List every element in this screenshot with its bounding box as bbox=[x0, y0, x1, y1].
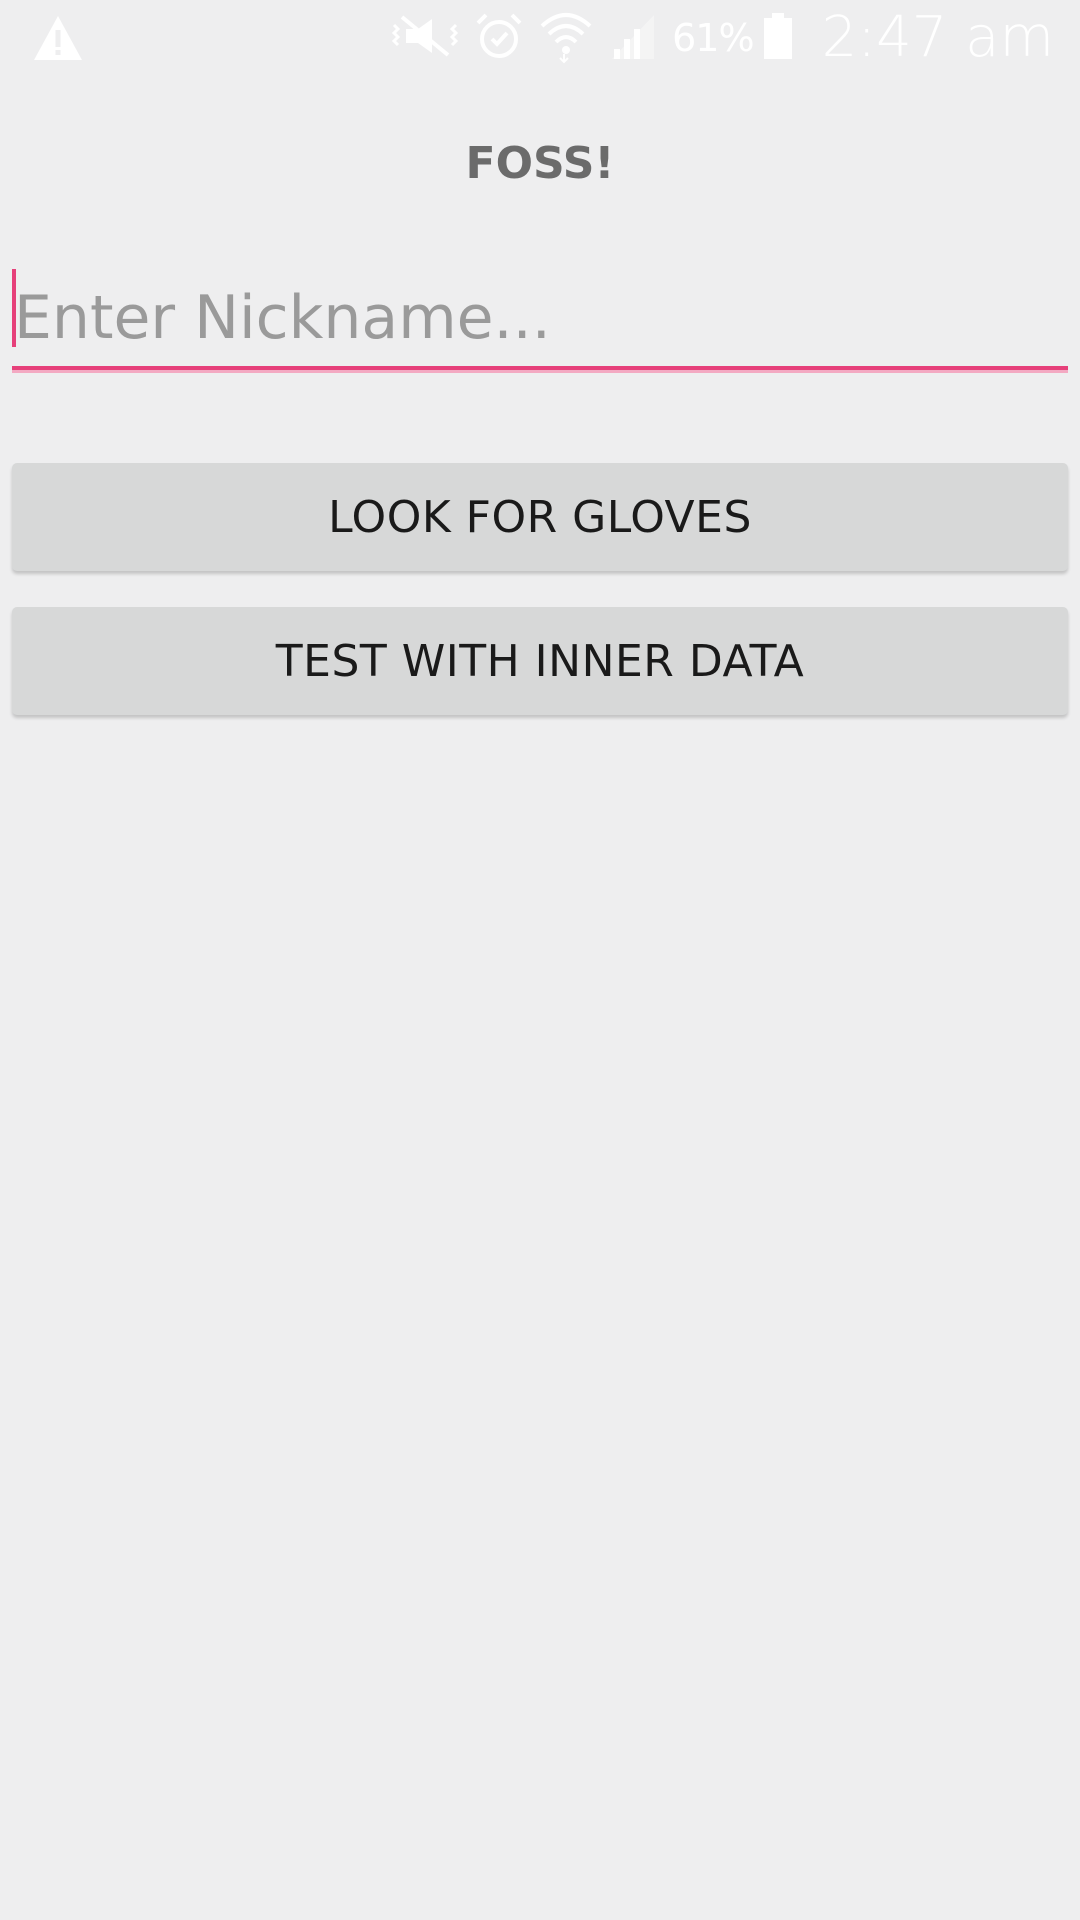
page-title: FOSS! bbox=[465, 138, 615, 189]
nickname-input[interactable] bbox=[12, 266, 1068, 370]
signal-icon bbox=[608, 11, 658, 65]
status-bar: 61% 2:47 am bbox=[0, 0, 1080, 75]
text-cursor bbox=[12, 269, 16, 347]
status-icons: 61% 2:47 am bbox=[390, 0, 1054, 75]
wifi-icon bbox=[538, 8, 594, 68]
warning-icon bbox=[30, 10, 86, 66]
nickname-field-container bbox=[12, 266, 1068, 376]
vibrate-mute-icon bbox=[390, 13, 460, 63]
alarm-icon bbox=[474, 11, 524, 65]
battery-icon bbox=[762, 11, 794, 65]
test-with-inner-data-button[interactable]: TEST WITH INNER DATA bbox=[12, 607, 1068, 715]
clock: 2:47 am bbox=[821, 5, 1054, 70]
input-underline-shadow bbox=[12, 370, 1068, 373]
battery-percentage: 61% bbox=[672, 15, 754, 60]
look-for-gloves-button[interactable]: LOOK FOR GLOVES bbox=[12, 463, 1068, 571]
